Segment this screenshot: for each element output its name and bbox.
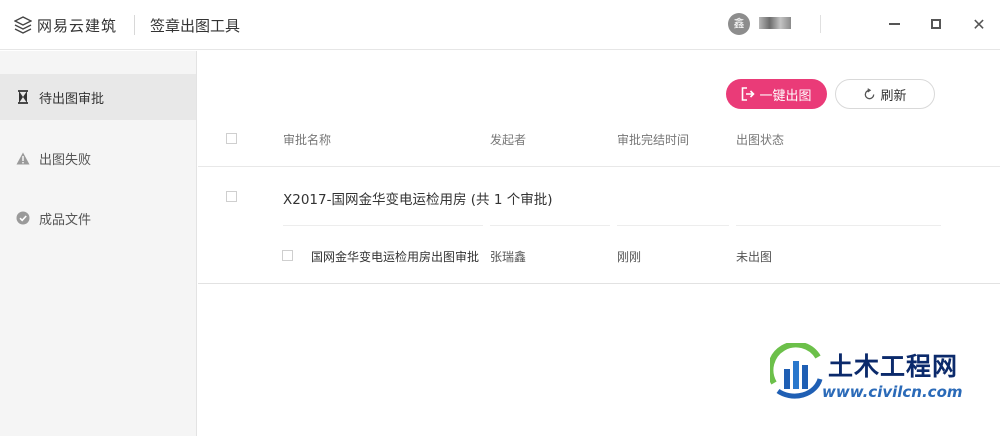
title-bar: 网易云建筑 签章出图工具 鑫 ✕: [0, 0, 1000, 50]
sidebar-item-pending-approval[interactable]: 待出图审批: [0, 74, 196, 120]
civilcn-logo-icon: [770, 343, 823, 399]
sidebar-item-label: 成品文件: [39, 212, 92, 228]
watermark: 土木工程网 www.civilcn.com: [770, 343, 990, 403]
group-title[interactable]: X2017-国网金华变电运检用房 (共 1 个审批): [283, 188, 552, 208]
row-finished-time: 刚刚: [617, 250, 642, 264]
watermark-url: www.civilcn.com: [822, 383, 963, 401]
column-header-approval-name[interactable]: 审批名称: [283, 131, 331, 148]
minimize-icon: [888, 23, 900, 25]
app-title: 签章出图工具: [150, 17, 241, 35]
avatar[interactable]: 鑫: [728, 13, 750, 35]
maximize-icon: [931, 19, 941, 29]
column-header-finished-time[interactable]: 审批完结时间: [617, 131, 689, 148]
one-click-export-button[interactable]: 一键出图: [726, 79, 827, 109]
close-icon: ✕: [972, 14, 986, 34]
refresh-button-label: 刷新: [880, 88, 907, 104]
netease-logo-icon: [14, 16, 32, 34]
username-blurred[interactable]: [759, 17, 791, 29]
group-divider: [490, 225, 610, 226]
watermark-title: 土木工程网: [828, 352, 959, 381]
sidebar-item-finished-files[interactable]: 成品文件: [0, 195, 196, 241]
table-bottom-divider: [198, 283, 1000, 284]
group-checkbox[interactable]: [226, 191, 237, 202]
check-circle-icon: [16, 211, 30, 225]
brand-name: 网易云建筑: [37, 16, 118, 35]
group-divider: [736, 225, 941, 226]
export-icon: [742, 87, 756, 101]
close-button[interactable]: ✕: [964, 10, 994, 38]
refresh-icon: [865, 87, 875, 99]
maximize-button[interactable]: [921, 10, 951, 38]
select-all-checkbox[interactable]: [226, 133, 237, 144]
column-header-export-status[interactable]: 出图状态: [736, 131, 784, 148]
minimize-button[interactable]: [879, 10, 909, 38]
window-controls-divider: [820, 15, 821, 33]
sidebar-item-label: 出图失败: [39, 152, 92, 168]
title-divider: [134, 15, 135, 35]
row-initiator: 张瑞鑫: [490, 250, 527, 264]
row-export-status: 未出图: [736, 250, 773, 264]
hourglass-icon: [16, 90, 30, 104]
header-divider: [198, 166, 1000, 167]
sidebar-item-label: 待出图审批: [39, 91, 105, 107]
sidebar-item-export-failed[interactable]: 出图失败: [0, 135, 196, 181]
group-divider: [283, 225, 483, 226]
export-button-label: 一键出图: [759, 88, 812, 104]
group-divider: [617, 225, 729, 226]
column-header-initiator[interactable]: 发起者: [490, 131, 526, 148]
sidebar: 待出图审批 出图失败 成品文件: [0, 51, 197, 436]
row-approval-name[interactable]: 国网金华变电运检用房出图审批: [311, 248, 479, 265]
brand: 网易云建筑: [14, 14, 117, 36]
refresh-button[interactable]: 刷新: [835, 79, 935, 109]
row-checkbox[interactable]: [282, 250, 293, 261]
warning-icon: [16, 151, 30, 165]
